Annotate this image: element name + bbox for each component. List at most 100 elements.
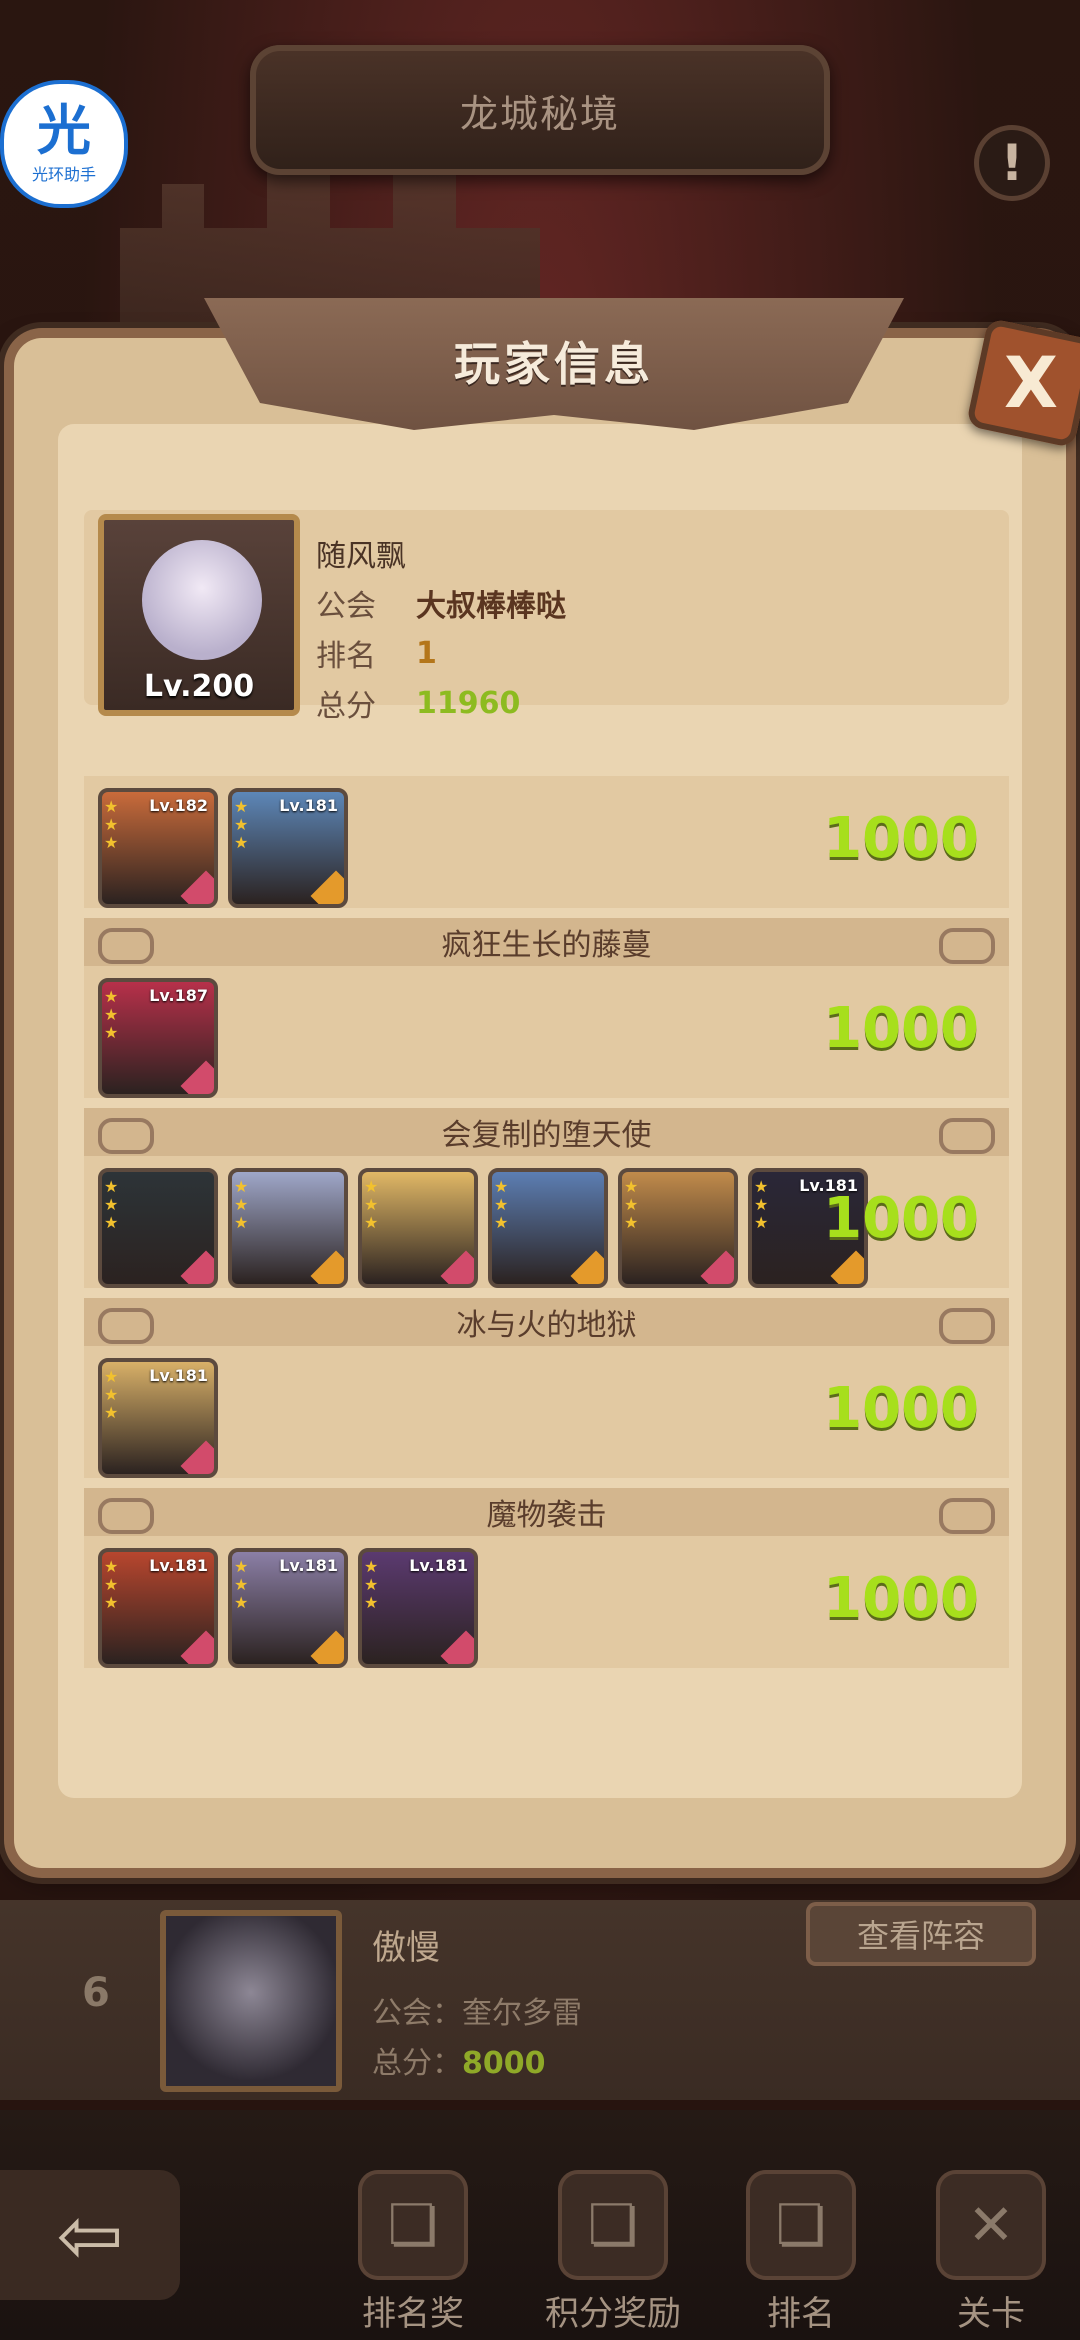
hero-level: Lv.182 — [149, 796, 208, 815]
section-score: 1000 — [823, 806, 979, 871]
ornament-icon — [939, 928, 995, 964]
entry-score-value: 8000 — [462, 2046, 546, 2081]
hero-card[interactable]: ★ ★ ★ Lv.181 — [98, 1548, 218, 1668]
guild-label: 公会 — [316, 589, 376, 624]
section-title: 冰与火的地狱 — [84, 1298, 1009, 1346]
ornament-icon — [98, 1498, 154, 1534]
section-title: 疯狂生长的藤蔓 — [84, 918, 1009, 966]
hero-level: Lv.181 — [279, 1556, 338, 1575]
rarity-corner — [570, 1250, 604, 1284]
hero-card[interactable]: ★ ★ ★ Lv.181 — [98, 1358, 218, 1478]
hero-card[interactable]: ★ ★ ★ — [98, 1168, 218, 1288]
star-icon: ★ ★ ★ — [104, 987, 119, 1042]
guild-value: 大叔棒棒哒 — [416, 589, 566, 624]
info-icon[interactable]: ! — [974, 125, 1050, 201]
stage-section: 会复制的堕天使 ★ ★ ★ ★ ★ ★ ★ ★ ★ ★ ★ ★ ★ ★ ★ ★ ★ ★ Lv.… — [84, 1108, 1009, 1288]
star-icon: ★ ★ ★ — [104, 797, 119, 852]
section-body: ★ ★ ★ Lv.182 ★ ★ ★ Lv.181 1000 — [84, 776, 1009, 908]
ornament-icon — [98, 1308, 154, 1344]
hero-lineup: ★ ★ ★ Lv.187 — [98, 978, 218, 1098]
entry-name: 傲慢 — [372, 1928, 440, 1968]
rarity-corner — [310, 1630, 344, 1664]
hero-level: Lv.181 — [279, 796, 338, 815]
star-icon: ★ ★ ★ — [494, 1177, 509, 1232]
score-value: 11960 — [416, 685, 521, 721]
star-icon: ★ ★ ★ — [234, 797, 249, 852]
score-reward-icon: ❏ — [558, 2170, 668, 2280]
star-icon: ★ ★ ★ — [234, 1177, 249, 1232]
rarity-corner — [700, 1250, 734, 1284]
page-title: 龙城秘境 — [459, 91, 620, 136]
ornament-icon — [939, 1498, 995, 1534]
rarity-corner — [830, 1250, 864, 1284]
stage-section: 魔物袭击 ★ ★ ★ Lv.181 ★ ★ ★ Lv.181 ★ ★ ★ Lv.181 100… — [84, 1488, 1009, 1668]
nav-label: 积分奖励 — [545, 2294, 681, 2334]
star-icon: ★ ★ ★ — [104, 1367, 119, 1422]
star-icon: ★ ★ ★ — [624, 1177, 639, 1232]
section-score: 1000 — [823, 1186, 979, 1251]
logo-glyph: 光 — [37, 99, 91, 162]
hero-card[interactable]: ★ ★ ★ Lv.182 — [98, 788, 218, 908]
hero-card[interactable]: ★ ★ ★ Lv.181 — [228, 788, 348, 908]
rarity-corner — [440, 1250, 474, 1284]
section-title: 会复制的堕天使 — [84, 1108, 1009, 1156]
hero-card[interactable]: ★ ★ ★ — [488, 1168, 608, 1288]
rarity-corner — [180, 1250, 214, 1284]
rarity-corner — [180, 870, 214, 904]
rank-reward-icon: ❏ — [358, 2170, 468, 2280]
entry-guild: 公会：奎尔多雷 — [372, 1996, 582, 2031]
hero-card[interactable]: ★ ★ ★ Lv.181 — [228, 1548, 348, 1668]
section-body: ★ ★ ★ Lv.187 1000 — [84, 966, 1009, 1098]
rarity-corner — [180, 1440, 214, 1474]
rank-label: 排名 — [316, 639, 376, 674]
section-title: 魔物袭击 — [84, 1488, 1009, 1536]
back-button[interactable]: ⇦ — [0, 2170, 180, 2300]
back-arrow-icon: ⇦ — [56, 2188, 124, 2282]
top-title-frame: 龙城秘境 — [250, 45, 830, 175]
stage-section: 冰与火的地狱 ★ ★ ★ Lv.181 1000 — [84, 1298, 1009, 1478]
player-avatar: Lv.200 — [98, 514, 300, 716]
bottom-navigation: ⇦ ❏ 排名奖 ❏ 积分奖励 ❏ 排名 ✕ 关卡 — [0, 2110, 1080, 2340]
entry-score: 总分：8000 — [372, 2038, 546, 2082]
star-icon: ★ ★ ★ — [364, 1557, 379, 1612]
nav-score-reward[interactable]: ❏ 积分奖励 — [518, 2170, 708, 2340]
rarity-corner — [310, 1250, 344, 1284]
section-title-text: 魔物袭击 — [486, 1498, 607, 1533]
hero-card[interactable]: ★ ★ ★ — [228, 1168, 348, 1288]
hero-lineup: ★ ★ ★ ★ ★ ★ ★ ★ ★ ★ ★ ★ ★ ★ ★ ★ ★ ★ Lv.181 — [98, 1168, 868, 1288]
rarity-corner — [310, 870, 344, 904]
hero-card[interactable]: ★ ★ ★ Lv.181 — [358, 1548, 478, 1668]
stage-section: ★ ★ ★ Lv.182 ★ ★ ★ Lv.181 1000 — [84, 776, 1009, 908]
nav-label: 排名奖 — [362, 2294, 464, 2334]
section-title-text: 冰与火的地狱 — [456, 1308, 637, 1343]
nav-ranking[interactable]: ❏ 排名 — [706, 2170, 896, 2340]
hero-card[interactable]: ★ ★ ★ — [618, 1168, 738, 1288]
hero-level: Lv.181 — [149, 1556, 208, 1575]
hero-lineup: ★ ★ ★ Lv.181 — [98, 1358, 218, 1478]
assistant-logo[interactable]: 光 光环助手 — [0, 80, 128, 208]
stage-icon: ✕ — [936, 2170, 1046, 2280]
entry-score-label: 总分： — [372, 2046, 462, 2081]
ranking-icon: ❏ — [746, 2170, 856, 2280]
ornament-icon — [98, 928, 154, 964]
hero-lineup: ★ ★ ★ Lv.181 ★ ★ ★ Lv.181 ★ ★ ★ Lv.181 — [98, 1548, 478, 1668]
star-icon: ★ ★ ★ — [234, 1557, 249, 1612]
ranking-entry[interactable]: 6 傲慢 公会：奎尔多雷 总分：8000 查看阵容 — [0, 1900, 1080, 2100]
ornament-icon — [98, 1118, 154, 1154]
view-lineup-button[interactable]: 查看阵容 — [806, 1902, 1036, 1966]
rank-value: 1 — [416, 635, 437, 671]
hero-lineup: ★ ★ ★ Lv.182 ★ ★ ★ Lv.181 — [98, 788, 348, 908]
player-profile: Lv.200 随风飘 公会 大叔棒棒哒 排名 1 总分 11960 — [84, 510, 1009, 724]
player-details: 随风飘 公会 大叔棒棒哒 排名 1 总分 11960 — [316, 528, 566, 728]
close-button[interactable]: X — [965, 317, 1080, 449]
nav-label: 关卡 — [957, 2294, 1025, 2334]
player-info-panel: 玩家信息 X Lv.200 随风飘 公会 大叔棒棒哒 排名 1 总分 11960… — [14, 298, 1080, 1868]
nav-stage[interactable]: ✕ 关卡 — [896, 2170, 1080, 2340]
section-body: ★ ★ ★ ★ ★ ★ ★ ★ ★ ★ ★ ★ ★ ★ ★ ★ ★ ★ Lv.181 1000 — [84, 1156, 1009, 1288]
hero-card[interactable]: ★ ★ ★ — [358, 1168, 478, 1288]
score-label: 总分 — [316, 689, 376, 724]
hero-card[interactable]: ★ ★ ★ Lv.187 — [98, 978, 218, 1098]
nav-rank-reward[interactable]: ❏ 排名奖 — [318, 2170, 508, 2340]
stage-section: 疯狂生长的藤蔓 ★ ★ ★ Lv.187 1000 — [84, 918, 1009, 1098]
section-title-text: 疯狂生长的藤蔓 — [441, 928, 652, 963]
